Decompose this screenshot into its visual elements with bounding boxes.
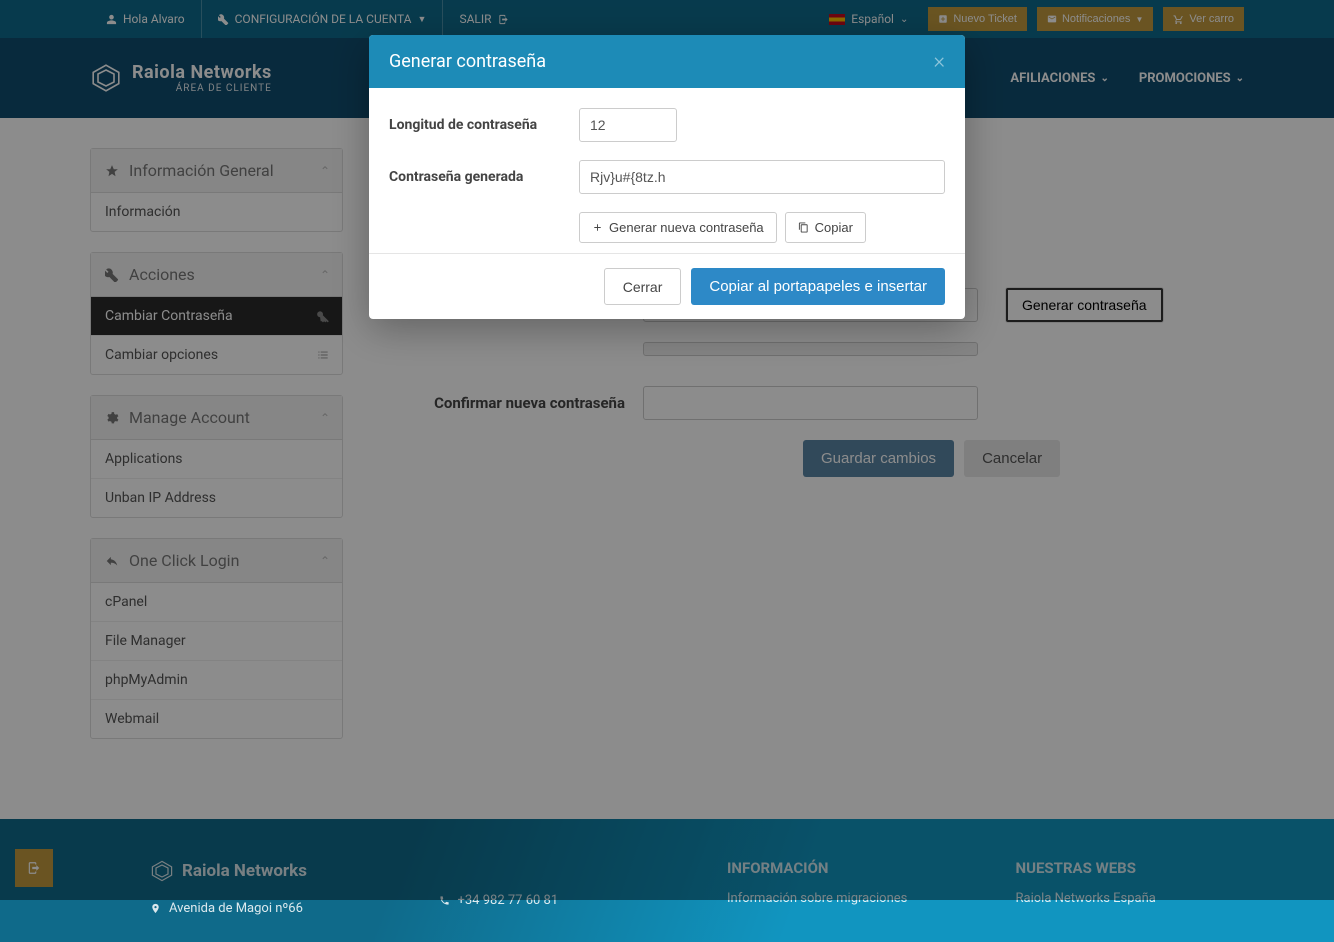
- generated-password-input[interactable]: [579, 160, 945, 194]
- clipboard-icon: [798, 222, 809, 233]
- footer-address: Avenida de Magoi nº66: [150, 901, 379, 916]
- plus-icon: [592, 222, 603, 233]
- map-pin-icon: [150, 903, 161, 914]
- generated-password-label: Contraseña generada: [389, 169, 579, 185]
- password-length-label: Longitud de contraseña: [389, 117, 579, 133]
- copy-password-button[interactable]: Copiar: [785, 212, 866, 243]
- modal-header: Generar contraseña ×: [369, 35, 965, 88]
- regenerate-password-button[interactable]: Generar nueva contraseña: [579, 212, 777, 243]
- modal-overlay[interactable]: Generar contraseña × Longitud de contras…: [0, 0, 1334, 900]
- modal-copy-insert-button[interactable]: Copiar al portapapeles e insertar: [691, 268, 945, 305]
- modal-close-button[interactable]: ×: [933, 49, 945, 74]
- generate-password-modal: Generar contraseña × Longitud de contras…: [369, 35, 965, 319]
- modal-close-footer-button[interactable]: Cerrar: [604, 268, 682, 305]
- modal-title: Generar contraseña: [389, 51, 546, 72]
- password-length-input[interactable]: [579, 108, 677, 142]
